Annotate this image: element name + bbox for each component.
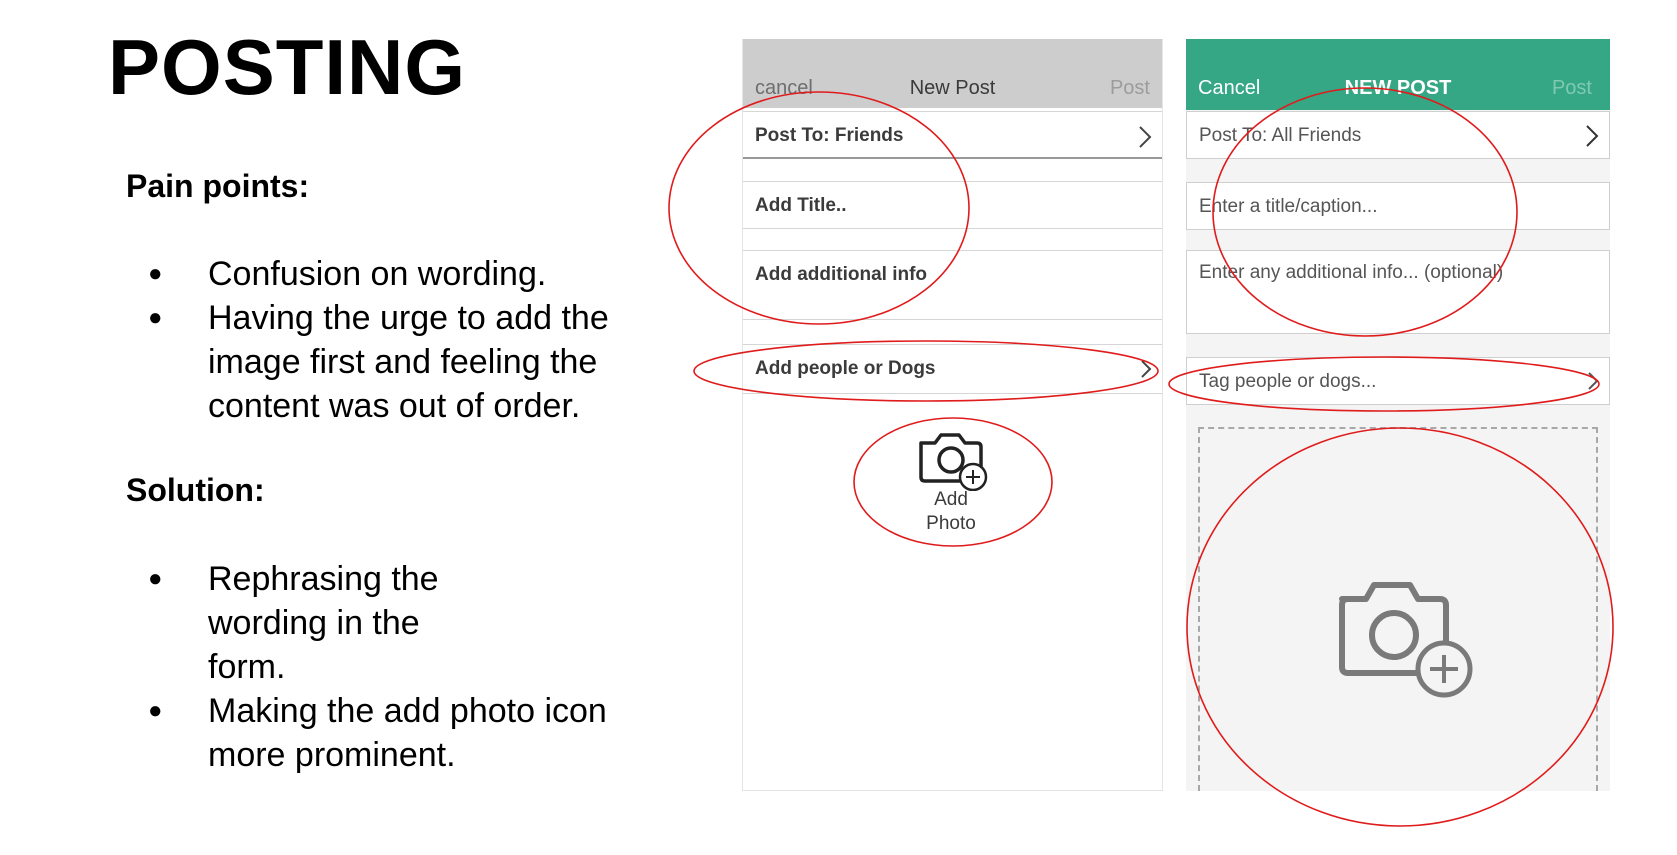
pain-points-list: ● Confusion on wording. ● Having the urge … (148, 252, 668, 428)
old-nav-title: New Post (909, 77, 996, 99)
solution-heading: Solution: (126, 472, 265, 508)
old-tag-label: Add people or Dogs (755, 358, 936, 379)
new-post-to-row[interactable]: Post To: All Friends (1186, 111, 1610, 159)
new-post-button[interactable]: Post (1552, 77, 1592, 100)
add-photo-line: Photo (926, 513, 976, 534)
chevron-right-icon (1588, 372, 1599, 390)
new-info-placeholder: Enter any additional info... (optional) (1199, 262, 1504, 283)
old-title-field[interactable]: Add Title.. (743, 181, 1162, 229)
solution-text: Making the add photo icon more prominent… (208, 692, 607, 774)
new-tag-label: Tag people or dogs... (1199, 371, 1377, 392)
camera-add-icon (1339, 582, 1473, 698)
new-title-placeholder: Enter a title/caption... (1199, 196, 1378, 217)
old-post-to-row[interactable]: Post To: Friends (743, 111, 1162, 159)
new-info-field[interactable]: Enter any additional info... (optional) (1186, 250, 1610, 334)
solution-list: ● Rephrasing the wording in the form. ● Ma… (148, 557, 668, 777)
pain-points-heading: Pain points: (126, 168, 310, 204)
bullet-icon: ● (148, 304, 163, 331)
old-info-field[interactable]: Add additional info (743, 250, 1162, 320)
pain-point-text: Having the urge to add the image first a… (208, 299, 609, 425)
new-photo-dropzone[interactable] (1198, 427, 1598, 791)
new-post-to-label: Post To: All Friends (1199, 125, 1362, 146)
old-title-placeholder: Add Title.. (755, 195, 847, 216)
old-info-placeholder: Add additional info (755, 264, 928, 285)
new-title-field[interactable]: Enter a title/caption... (1186, 182, 1610, 230)
new-tag-row[interactable]: Tag people or dogs... (1186, 357, 1610, 405)
add-photo-line: Add (934, 489, 968, 510)
new-nav-title: NEW POST (1344, 77, 1452, 99)
list-item: ● Confusion on wording. (148, 252, 668, 296)
old-post-form: cancel New Post Post Post To: Friends Ad… (742, 39, 1163, 791)
old-add-photo-button[interactable]: Add Photo (917, 427, 993, 537)
old-post-to-label: Post To: Friends (755, 125, 904, 146)
old-nav-bar: cancel New Post Post (743, 39, 1162, 108)
old-tag-row[interactable]: Add people or Dogs (743, 344, 1162, 394)
camera-add-icon (919, 433, 988, 491)
new-nav-bar: Cancel NEW POST Post (1186, 39, 1610, 110)
chevron-right-icon (1141, 360, 1152, 378)
chevron-right-icon (1139, 126, 1152, 148)
bullet-icon: ● (148, 697, 163, 724)
solution-text: Rephrasing the wording in the form. (208, 560, 439, 686)
list-item: ● Having the urge to add the image first … (148, 296, 668, 428)
list-item: ● Making the add photo icon more prominen… (148, 689, 668, 777)
pain-point-text: Confusion on wording. (208, 255, 547, 293)
bullet-icon: ● (148, 260, 163, 287)
chevron-right-icon (1586, 125, 1599, 147)
old-post-button[interactable]: Post (1110, 77, 1150, 100)
new-post-form: Cancel NEW POST Post Post To: All Friend… (1186, 39, 1610, 791)
slide-title: POSTING (108, 23, 467, 111)
list-item: ● Rephrasing the wording in the form. (148, 557, 668, 689)
old-add-photo-label: Add Photo (917, 488, 985, 536)
bullet-icon: ● (148, 565, 163, 592)
